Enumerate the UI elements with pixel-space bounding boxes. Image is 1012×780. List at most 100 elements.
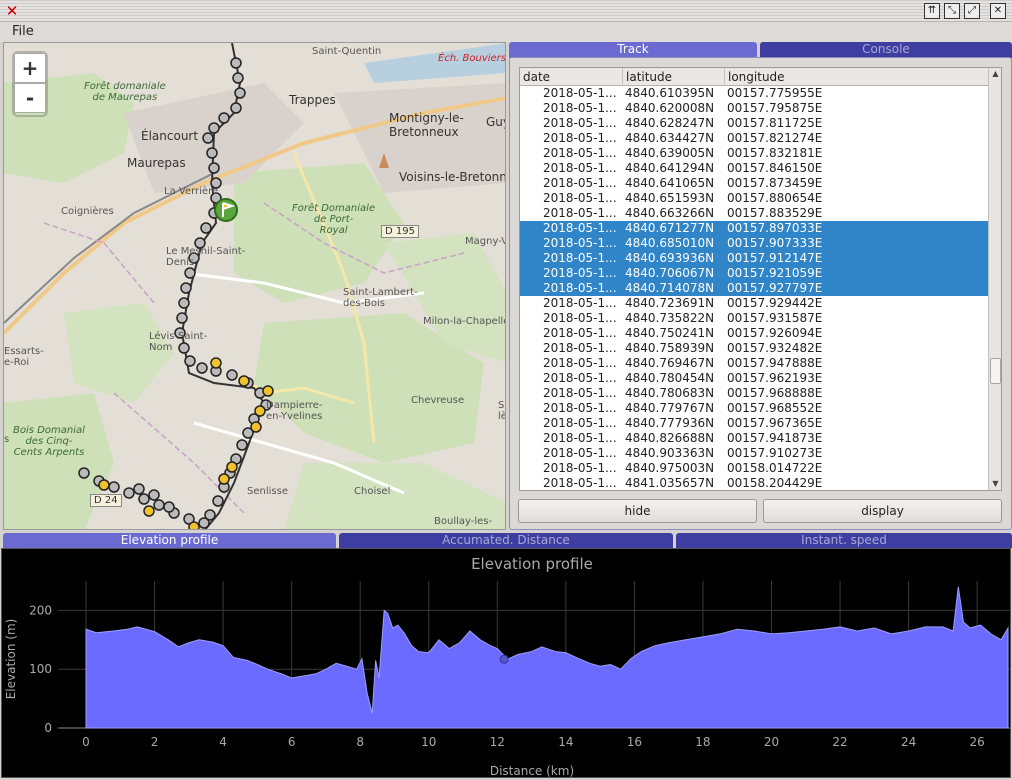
map-label-saint-lambert: Saint-Lambert- des-Bois [343,287,418,309]
tab-elevation-profile[interactable]: Elevation profile [3,533,336,548]
table-row[interactable]: 2018-05-1... 4840.685010N 00157.907333E [520,236,990,251]
app-close-icon[interactable]: ✕ [4,3,20,19]
table-row[interactable]: 2018-05-1... 4840.628247N 00157.811725E [520,116,990,131]
zoom-control: + - [14,53,46,115]
table-row[interactable]: 2018-05-1... 4840.758939N 00157.932482E [520,341,990,356]
scroll-down-icon[interactable]: ▼ [990,478,1001,490]
elevation-chart[interactable]: Elevation profile Distance (km) Elevatio… [1,548,1011,778]
cell-lat: 4840.975003N [625,461,715,475]
tab-track[interactable]: Track [509,42,757,58]
x-tick-label: 4 [219,735,227,749]
map-label-saint-quentin: Saint-Quentin [312,46,382,57]
table-header: date latitude longitude [520,68,990,86]
cell-lat: 4840.685010N [625,236,715,250]
table-row[interactable]: 2018-05-1... 4840.651593N 00157.880654E [520,191,990,206]
cell-lon: 00157.775955E [727,86,823,100]
cell-lat: 4840.903363N [625,446,715,460]
cell-lat: 4840.723691N [625,296,715,310]
map-label-essarts: Essarts- e-Roi [4,346,44,368]
map-label-senlisse: Senlisse [247,486,288,497]
map-label-foret-maurepas: Forêt domaniale de Maurepas [84,81,166,103]
menu-file[interactable]: File [12,24,34,39]
table-row[interactable]: 2018-05-1... 4840.610395N 00157.775955E [520,86,990,101]
table-row[interactable]: 2018-05-1... 4840.777936N 00157.967365E [520,416,990,431]
zoom-out-button[interactable]: - [14,83,46,113]
cell-date: 2018-05-1... [543,191,617,205]
tab-instant-speed[interactable]: Instant. speed [676,533,1012,548]
x-tick-label: 10 [421,735,436,749]
position-marker[interactable] [499,654,509,664]
table-row[interactable]: 2018-05-1... 4841.035657N 00158.204429E [520,476,990,490]
track-table[interactable]: date latitude longitude 2018-05-1... 4840… [519,67,1002,491]
cell-date: 2018-05-1... [543,116,617,130]
hide-button[interactable]: hide [518,499,757,523]
menubar: File [0,22,1012,42]
y-tick-label: 0 [44,721,52,735]
cell-date: 2018-05-1... [543,371,617,385]
display-button[interactable]: display [763,499,1002,523]
cell-lon: 00157.929442E [727,296,823,310]
table-row[interactable]: 2018-05-1... 4840.975003N 00158.014722E [520,461,990,476]
cell-lat: 4840.706067N [625,266,715,280]
cell-lat: 4840.826688N [625,431,715,445]
close-window-button[interactable]: ✕ [990,3,1006,19]
x-tick-label: 16 [627,735,642,749]
column-header-latitude[interactable]: latitude [623,68,725,86]
table-row[interactable]: 2018-05-1... 4840.641294N 00157.846150E [520,161,990,176]
x-tick-label: 6 [288,735,296,749]
cell-lon: 00157.968552E [727,401,823,415]
map-label-levis: Lévis-Saint- Nom [149,331,208,353]
table-row[interactable]: 2018-05-1... 4840.780454N 00157.962193E [520,371,990,386]
cell-lon: 00157.883529E [727,206,823,220]
table-row[interactable]: 2018-05-1... 4840.641065N 00157.873459E [520,176,990,191]
scroll-up-icon[interactable]: ▲ [990,68,1001,80]
keep-above-button[interactable]: ⇈ [924,3,940,19]
x-tick-label: 24 [901,735,916,749]
table-row[interactable]: 2018-05-1... 4840.693936N 00157.912147E [520,251,990,266]
zoom-in-button[interactable]: + [14,53,46,83]
cell-date: 2018-05-1... [543,101,617,115]
table-row[interactable]: 2018-05-1... 4840.706067N 00157.921059E [520,266,990,281]
map-label-coignieres: Coignières [61,206,114,217]
cell-lon: 00158.014722E [727,461,823,475]
table-row[interactable]: 2018-05-1... 4840.663266N 00157.883529E [520,206,990,221]
table-row[interactable]: 2018-05-1... 4840.903363N 00157.910273E [520,446,990,461]
table-row[interactable]: 2018-05-1... 4840.723691N 00157.929442E [520,296,990,311]
scroll-thumb[interactable] [990,358,1001,384]
x-tick-label: 26 [970,735,985,749]
map-label-d195: D 195 [381,225,419,238]
column-header-longitude[interactable]: longitude [725,68,990,86]
tab-accumulated-distance[interactable]: Accumated. Distance [339,533,673,548]
table-row[interactable]: 2018-05-1... 4840.620008N 00157.795875E [520,101,990,116]
map-view[interactable]: Saint-Quentin Forêt domaniale de Maurepas… [3,42,506,530]
cell-lon: 00157.927797E [727,281,823,295]
map-label-chevreuse: Chevreuse [411,395,465,406]
tab-console[interactable]: Console [760,42,1012,58]
map-label-trappes: Trappes [289,93,336,107]
cell-lon: 00157.873459E [727,176,823,190]
table-row[interactable]: 2018-05-1... 4840.769467N 00157.947888E [520,356,990,371]
cell-lon: 00157.880654E [727,191,823,205]
table-row[interactable]: 2018-05-1... 4840.779767N 00157.968552E [520,401,990,416]
table-row[interactable]: 2018-05-1... 4840.826688N 00157.941873E [520,431,990,446]
restore-button[interactable]: ⤡ [944,3,960,19]
table-row[interactable]: 2018-05-1... 4840.750241N 00157.926094E [520,326,990,341]
cell-lon: 00157.921059E [727,266,823,280]
table-row[interactable]: 2018-05-1... 4840.735822N 00157.931587E [520,311,990,326]
table-row[interactable]: 2018-05-1... 4840.671277N 00157.897033E [520,221,990,236]
table-row[interactable]: 2018-05-1... 4840.634427N 00157.821274E [520,131,990,146]
table-scrollbar[interactable]: ▲ ▼ [988,68,1001,490]
cell-lat: 4840.651593N [625,191,715,205]
cell-date: 2018-05-1... [543,131,617,145]
cell-lat: 4840.780454N [625,371,715,385]
maximize-button[interactable]: ⤢ [964,3,980,19]
table-row[interactable]: 2018-05-1... 4840.780683N 00157.968888E [520,386,990,401]
table-row[interactable]: 2018-05-1... 4840.714078N 00157.927797E [520,281,990,296]
table-row[interactable]: 2018-05-1... 4840.639005N 00157.832181E [520,146,990,161]
column-header-date[interactable]: date [520,68,623,86]
cell-date: 2018-05-1... [543,311,617,325]
cell-lon: 00157.795875E [727,101,823,115]
cell-date: 2018-05-1... [543,236,617,250]
map-label-magny: Magny-V [465,236,506,247]
cell-date: 2018-05-1... [543,161,617,175]
